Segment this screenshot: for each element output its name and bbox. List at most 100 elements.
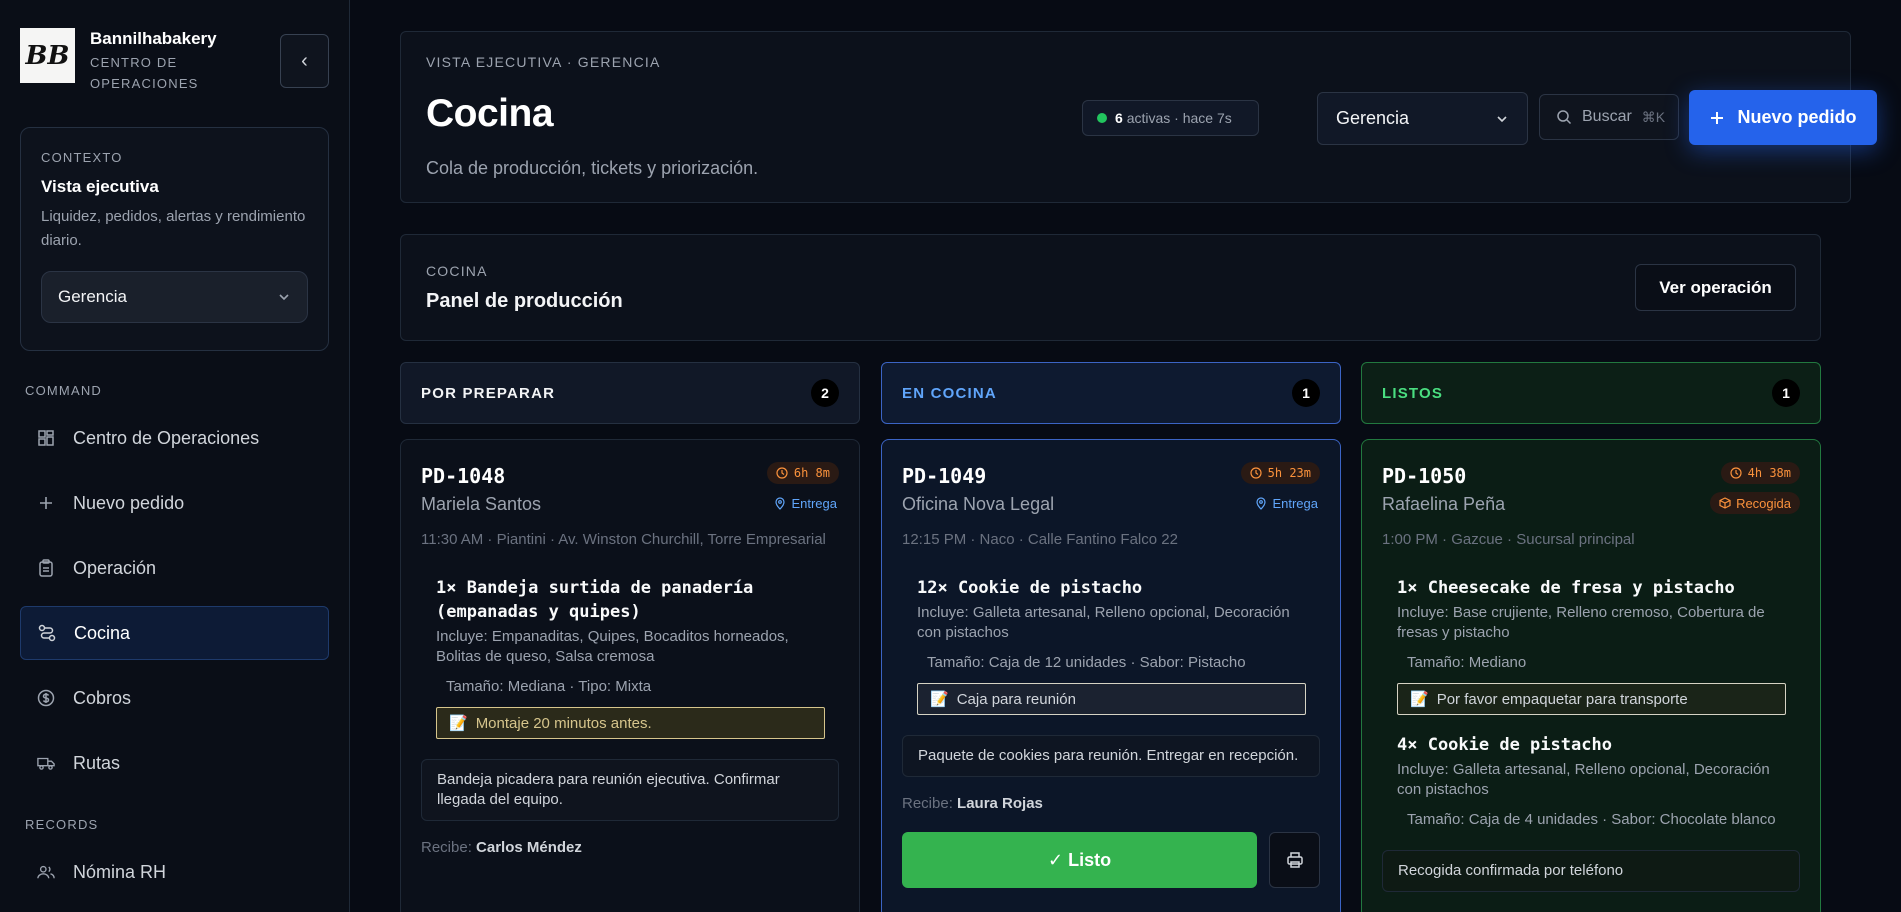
collapse-sidebar-button[interactable]: ‹ (280, 34, 329, 88)
brand-subtitle: CENTRO DE OPERACIONES (90, 55, 199, 91)
nav-item-operacion[interactable]: Operación (20, 541, 329, 595)
nav-item-label: Cocina (74, 622, 131, 643)
item-name: 4× Cookie de pistacho (1397, 735, 1612, 755)
delivery-mode-badge: Entrega (772, 492, 839, 514)
search-shortcut: ⌘K (1641, 108, 1666, 125)
nav-item-nuevo-pedido[interactable]: Nuevo pedido (20, 476, 329, 530)
order-item: 12× Cookie de pistacho Incluye: Galleta … (917, 576, 1306, 715)
nav-item-label: Centro de Operaciones (73, 427, 260, 448)
ticket-timer: 5h 23m (1267, 466, 1311, 480)
clock-icon (1250, 467, 1262, 479)
activity-summary: 6 activas · hace 7s (1115, 110, 1232, 126)
receiver-name: Carlos Méndez (476, 839, 582, 856)
printer-icon (1286, 852, 1303, 868)
item-note: 📝 Montaje 20 minutos antes. (436, 707, 825, 739)
context-role-value: Gerencia (58, 287, 127, 306)
ticket-memo: Recogida confirmada por teléfono (1382, 850, 1800, 892)
receiver-name: Laura Rojas (957, 795, 1043, 812)
nav-group-command: COMMAND (25, 383, 103, 398)
item-includes: Incluye: Galleta artesanal, Relleno opci… (1397, 761, 1770, 798)
receiver-label: Recibe: (421, 839, 472, 856)
page-description: Cola de producción, tickets y priorizaci… (426, 158, 759, 178)
plus-icon (37, 494, 55, 512)
activity-status-badge: 6 activas · hace 7s (1082, 100, 1259, 136)
item-spec: Tamaño: Caja de 4 unidades · Sabor: Choc… (1407, 811, 1776, 828)
plus-icon (1711, 111, 1724, 124)
main-content: VISTA EJECUTIVA · GERENCIA Cocina Cola d… (350, 0, 1901, 912)
column-count: 2 (811, 379, 839, 407)
item-name: 12× Cookie de pistacho (917, 578, 1143, 598)
activity-text: activas · hace 7s (1126, 110, 1232, 126)
clipboard-icon (37, 559, 55, 577)
page-header: VISTA EJECUTIVA · GERENCIA Cocina Cola d… (400, 31, 1877, 203)
ticket-meta: 11:30 AM · Piantini · Av. Winston Church… (421, 531, 826, 548)
ticket-receiver: Recibe: Laura Rojas (902, 795, 1320, 812)
search-placeholder: Buscar (1582, 108, 1632, 125)
ticket-timer-badge: 5h 23m (1240, 462, 1320, 484)
ticket-actions: ✓ Listo (902, 832, 1320, 888)
item-note: 📝 Por favor empaquetar para transporte (1397, 683, 1786, 715)
map-pin-icon (1256, 496, 1267, 510)
ticket-meta: 12:15 PM · Naco · Calle Fantino Falco 22 (902, 531, 1178, 548)
memo-icon: 📝 (449, 715, 468, 732)
ticket-card-pd-1049[interactable]: PD-1049 Oficina Nova Legal 5h 23m Entreg… (881, 439, 1341, 912)
map-pin-icon (775, 496, 786, 510)
item-note: 📝 Caja para reunión (917, 683, 1306, 715)
ticket-meta: 1:00 PM · Gazcue · Sucursal principal (1382, 531, 1635, 548)
context-card: CONTEXTO Vista ejecutiva Liquidez, pedid… (20, 127, 329, 351)
nav-item-cobros[interactable]: Cobros (20, 671, 329, 725)
nav-group-records: RECORDS (25, 817, 99, 832)
ticket-receiver: Recibe: Carlos Méndez (421, 839, 839, 856)
ticket-timer-badge: 6h 8m (766, 462, 839, 484)
column-header-listos: LISTOS 1 (1361, 362, 1821, 424)
status-dot-icon (1097, 113, 1107, 123)
nav-item-centro-operaciones[interactable]: Centro de Operaciones (20, 411, 329, 465)
activity-count: 6 (1115, 110, 1123, 126)
order-item: 4× Cookie de pistacho Incluye: Galleta a… (1397, 733, 1786, 830)
page-title: Cocina (426, 92, 554, 135)
panel-title: Panel de producción (426, 290, 623, 312)
nav-item-label: Cobros (73, 687, 132, 708)
context-label: CONTEXTO (41, 150, 123, 165)
chevron-left-icon: ‹ (301, 49, 308, 72)
role-select-value: Gerencia (1336, 108, 1410, 128)
dollar-icon (37, 689, 55, 707)
new-order-button[interactable]: Nuevo pedido (1689, 90, 1877, 145)
nav-item-rutas[interactable]: Rutas (20, 736, 329, 790)
item-spec: Tamaño: Mediana · Tipo: Mixta (446, 678, 652, 695)
memo-icon: 📝 (1410, 691, 1429, 708)
context-description: Liquidez, pedidos, alertas y rendimiento… (41, 208, 306, 249)
nav-item-label: Nuevo pedido (73, 492, 185, 513)
role-select[interactable]: Gerencia (1317, 92, 1528, 145)
brand-name: Bannilhabakery (90, 29, 217, 48)
item-name: 1× Bandeja surtida de panadería (empanad… (436, 578, 754, 622)
column-title: LISTOS (1382, 384, 1444, 402)
brand-logo: BB (20, 28, 75, 83)
item-note-text: Caja para reunión (956, 690, 1076, 708)
column-header-en-cocina: EN COCINA 1 (881, 362, 1341, 424)
order-item: 1× Cheesecake de fresa y pistacho Incluy… (1397, 576, 1786, 715)
production-panel-header: COCINA Panel de producción Ver operación (400, 234, 1821, 341)
item-spec: Tamaño: Mediano (1407, 654, 1527, 671)
context-role-select[interactable]: Gerencia (41, 271, 308, 323)
column-title: POR PREPARAR (421, 384, 556, 402)
nav-item-nomina-rh[interactable]: Nómina RH (20, 845, 329, 899)
nav-item-cocina[interactable]: Cocina (20, 606, 329, 660)
nav-item-label: Nómina RH (73, 861, 167, 882)
nav-item-label: Rutas (73, 752, 121, 773)
ticket-timer: 4h 38m (1747, 466, 1791, 480)
view-operation-button[interactable]: Ver operación (1635, 264, 1796, 311)
users-icon (37, 863, 55, 881)
truck-icon (37, 754, 55, 772)
mark-ready-button[interactable]: ✓ Listo (902, 832, 1258, 888)
ticket-timer-badge: 4h 38m (1720, 462, 1800, 484)
package-icon (1719, 497, 1731, 509)
item-note-text: Montaje 20 minutos antes. (475, 714, 652, 732)
print-button[interactable] (1269, 832, 1320, 888)
ticket-card-pd-1048[interactable]: PD-1048 Mariela Santos 6h 8m Entrega 11:… (400, 439, 860, 912)
column-count: 1 (1772, 379, 1800, 407)
ticket-card-pd-1050[interactable]: PD-1050 Rafaelina Peña 4h 38m Recogida 1… (1361, 439, 1821, 912)
order-item: 1× Bandeja surtida de panadería (empanad… (436, 576, 825, 739)
ticket-memo: Bandeja picadera para reunión ejecutiva.… (421, 759, 839, 821)
search-input[interactable]: Buscar ⌘K (1539, 94, 1679, 140)
